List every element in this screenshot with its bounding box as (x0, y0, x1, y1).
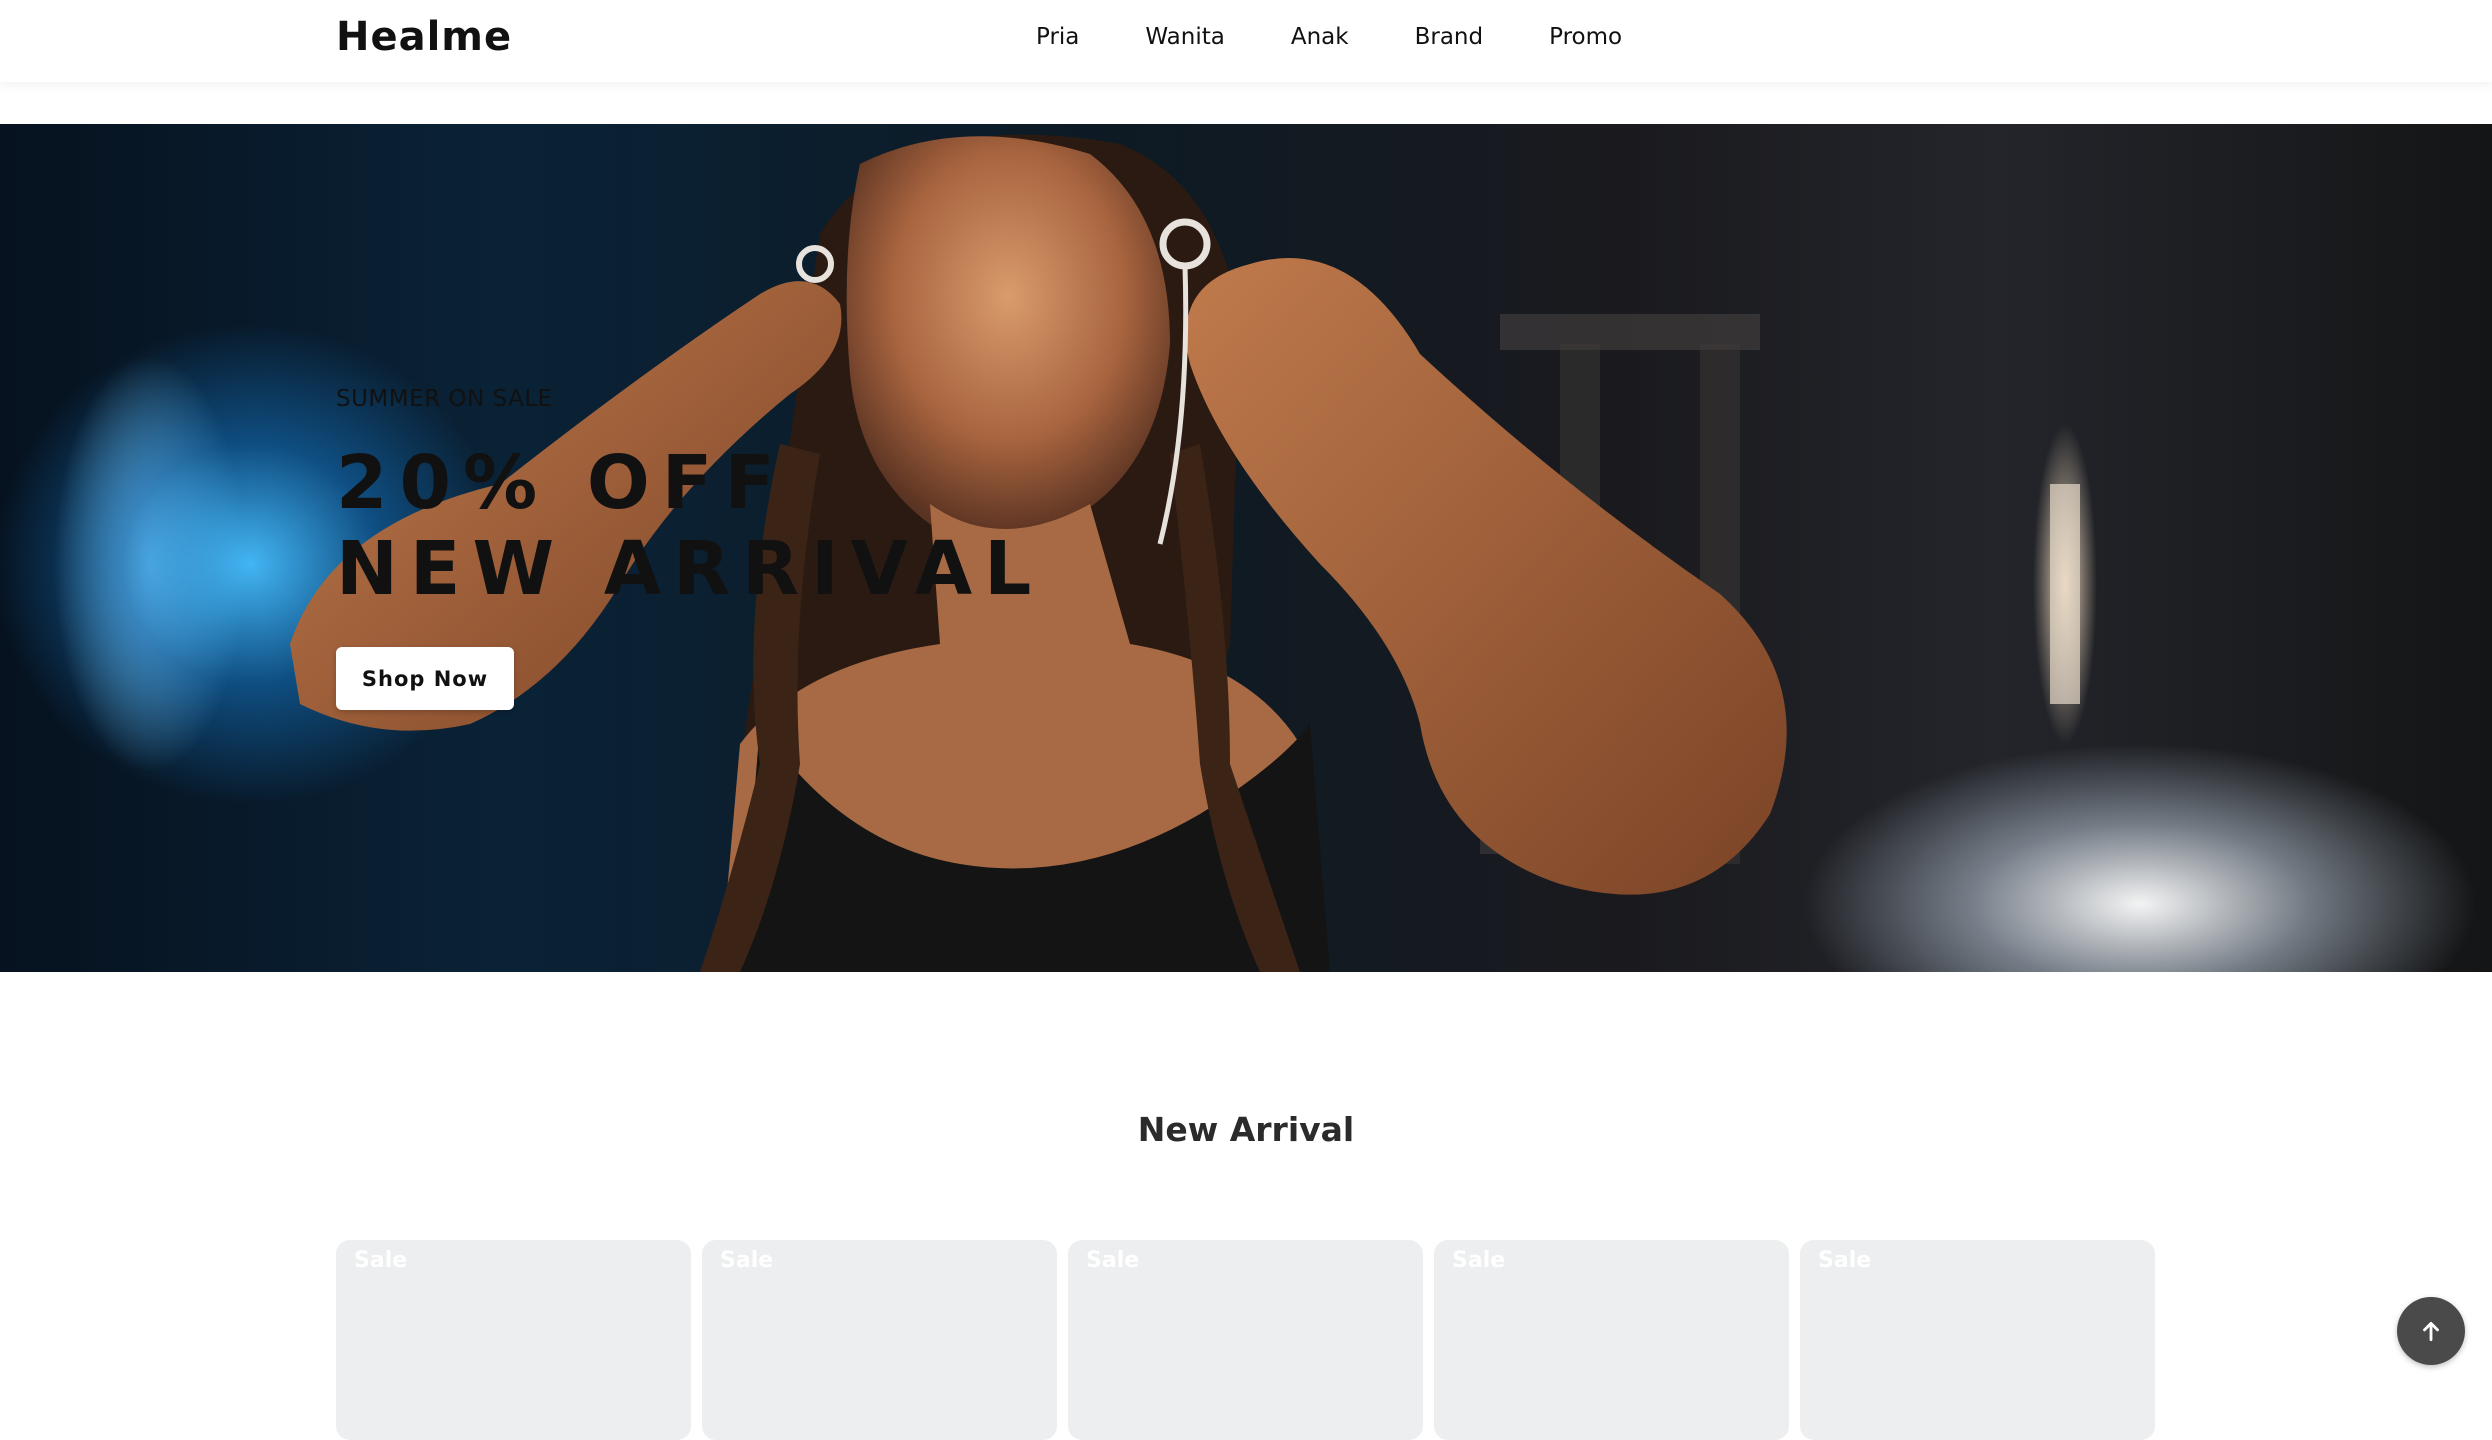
sale-badge: Sale (720, 1248, 774, 1273)
product-card[interactable]: Sale (336, 1240, 691, 1440)
product-card[interactable]: Sale (1800, 1240, 2155, 1440)
shop-now-button[interactable]: Shop Now (336, 647, 514, 710)
site-logo[interactable]: Healme (336, 14, 512, 60)
nav-item-anak[interactable]: Anak (1291, 24, 1349, 50)
hero-title-line-2: NEW ARRIVAL (336, 526, 1044, 612)
section-title-new-arrival: New Arrival (1137, 1110, 1355, 1149)
sale-badge: Sale (1452, 1248, 1506, 1273)
sale-badge: Sale (354, 1248, 408, 1273)
sale-badge: Sale (1086, 1248, 1140, 1273)
sale-badge: Sale (1818, 1248, 1872, 1273)
product-card[interactable]: Sale (702, 1240, 1057, 1440)
nav-item-promo[interactable]: Promo (1549, 24, 1622, 50)
hero-title: 20% OFF NEW ARRIVAL (336, 440, 1043, 612)
hero-eyebrow: SUMMER ON SALE (336, 386, 553, 412)
main-nav: Pria Wanita Anak Brand Promo (1036, 24, 1688, 50)
site-header: Healme Pria Wanita Anak Brand Promo (0, 0, 2492, 82)
arrow-up-icon (2423, 1322, 2439, 1342)
hero-banner: SUMMER ON SALE 20% OFF NEW ARRIVAL Shop … (0, 124, 2492, 972)
hero-content: SUMMER ON SALE 20% OFF NEW ARRIVAL Shop … (336, 124, 1336, 972)
nav-item-pria[interactable]: Pria (1036, 24, 1079, 50)
product-card[interactable]: Sale (1434, 1240, 1789, 1440)
product-card-list: Sale Sale Sale Sale Sale (336, 1240, 2166, 1440)
nav-item-brand[interactable]: Brand (1415, 24, 1484, 50)
back-to-top-button[interactable] (2397, 1297, 2465, 1365)
nav-item-wanita[interactable]: Wanita (1145, 24, 1224, 50)
product-card[interactable]: Sale (1068, 1240, 1423, 1440)
hero-title-line-1: 20% OFF (336, 440, 787, 526)
